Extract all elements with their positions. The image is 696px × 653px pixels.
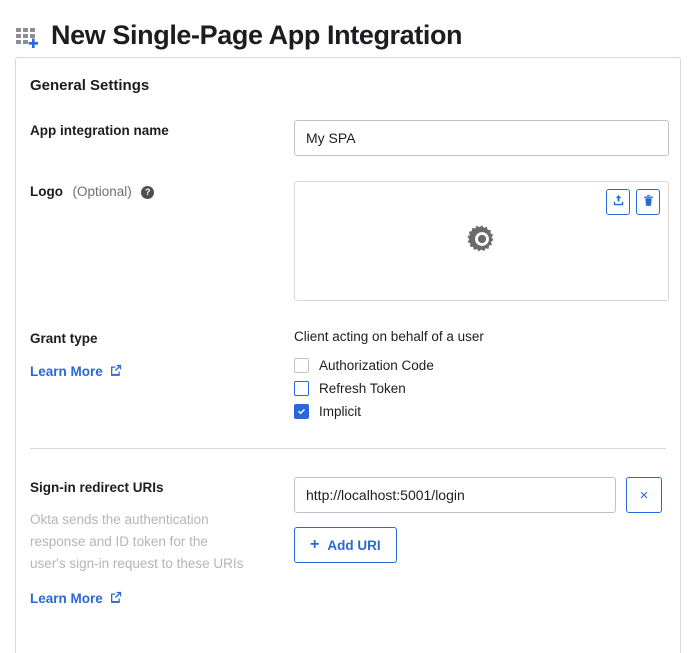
app-integration-name-field-col (294, 120, 669, 156)
grant-type-row: Grant type Learn More Client acting on b… (30, 328, 666, 423)
uri-entry-row: × (294, 477, 666, 513)
grant-type-label-col: Grant type Learn More (30, 328, 294, 381)
redirect-uris-row: Sign-in redirect URIs Okta sends the aut… (30, 477, 666, 608)
redirect-uris-learn-more-label: Learn More (30, 591, 103, 606)
grant-type-learn-more-link[interactable]: Learn More (30, 364, 122, 379)
redirect-uris-helper-text: Okta sends the authentication response a… (30, 512, 244, 571)
gear-icon (466, 224, 497, 259)
section-divider (30, 448, 666, 449)
redirect-uris-field-col: × + Add URI (294, 477, 666, 563)
remove-uri-button[interactable]: × (626, 477, 662, 513)
upload-icon (612, 194, 625, 210)
close-icon: × (639, 486, 649, 504)
checkbox-label-implicit: Implicit (319, 403, 362, 419)
app-grid-plus-icon (15, 26, 39, 50)
logo-field-col (294, 181, 669, 301)
external-link-icon (110, 591, 122, 606)
plus-icon: + (310, 536, 320, 553)
logo-dropzone[interactable] (294, 181, 669, 301)
app-integration-name-label-col: App integration name (30, 120, 294, 140)
checkbox-label-refresh-token: Refresh Token (319, 380, 406, 396)
app-integration-name-input[interactable] (294, 120, 669, 156)
checkbox-refresh-token[interactable]: Refresh Token (294, 377, 666, 400)
grant-type-label: Grant type (30, 331, 98, 346)
logo-actions (606, 189, 660, 215)
redirect-uri-input[interactable] (294, 477, 616, 513)
grant-type-caption: Client acting on behalf of a user (294, 329, 484, 344)
checkbox-box-authorization-code[interactable] (294, 358, 309, 373)
grant-type-learn-more-label: Learn More (30, 364, 103, 379)
logo-label: Logo (30, 184, 63, 199)
redirect-uris-label-col: Sign-in redirect URIs Okta sends the aut… (30, 477, 294, 608)
redirect-uris-label: Sign-in redirect URIs (30, 480, 164, 495)
add-uri-button[interactable]: + Add URI (294, 527, 397, 563)
logo-optional-text: (Optional) (72, 184, 132, 199)
trash-icon (642, 194, 655, 210)
app-integration-name-label: App integration name (30, 123, 169, 138)
page-title: New Single-Page App Integration (51, 20, 463, 50)
delete-logo-button[interactable] (636, 189, 660, 215)
checkbox-box-implicit[interactable] (294, 404, 309, 419)
checkbox-authorization-code[interactable]: Authorization Code (294, 354, 666, 377)
page-header: New Single-Page App Integration (0, 0, 696, 57)
redirect-uris-learn-more-link[interactable]: Learn More (30, 591, 122, 606)
external-link-icon (110, 364, 122, 379)
grant-type-field-col: Client acting on behalf of a user Author… (294, 328, 666, 423)
app-integration-name-row: App integration name (30, 120, 669, 156)
checkbox-box-refresh-token[interactable] (294, 381, 309, 396)
general-settings-card: General Settings App integration name Lo… (15, 57, 681, 653)
help-icon[interactable]: ? (141, 186, 155, 199)
logo-row: Logo (Optional) ? (30, 181, 669, 301)
checkbox-implicit[interactable]: Implicit (294, 400, 666, 423)
add-uri-label: Add URI (327, 537, 381, 553)
upload-logo-button[interactable] (606, 189, 630, 215)
logo-label-col: Logo (Optional) ? (30, 181, 294, 201)
section-title: General Settings (30, 77, 150, 94)
checkbox-label-authorization-code: Authorization Code (319, 357, 434, 373)
